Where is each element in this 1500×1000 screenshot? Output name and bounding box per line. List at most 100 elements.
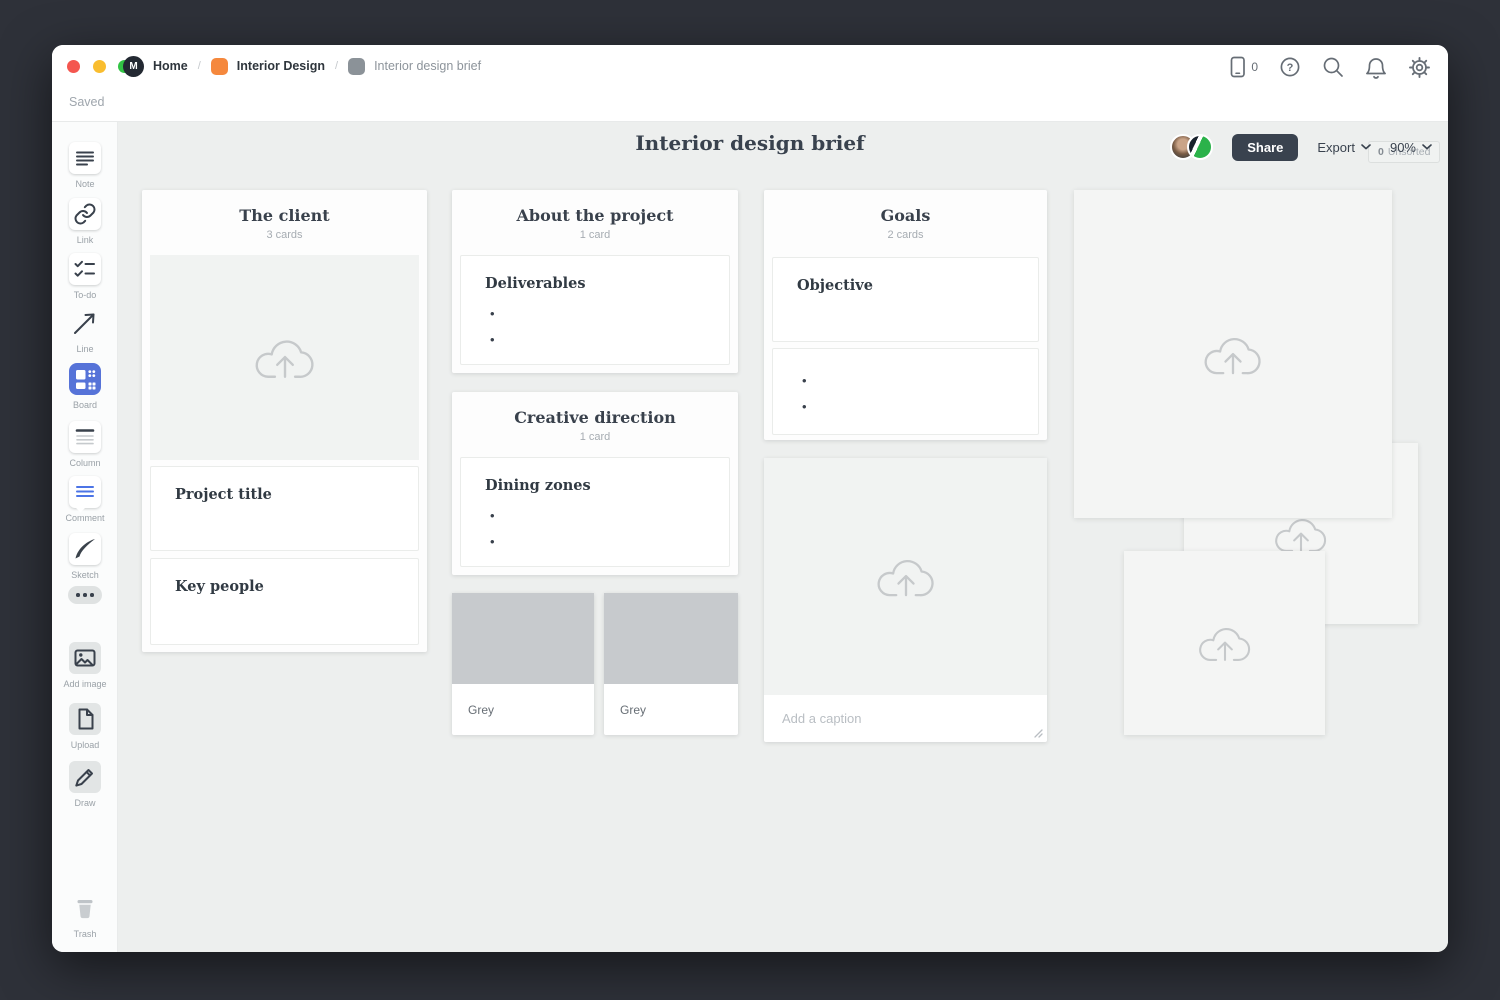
image-upload-placeholder[interactable]: [150, 255, 419, 460]
upload-icon: [69, 703, 101, 735]
color-swatch-card[interactable]: Grey: [604, 593, 738, 735]
save-status: Saved: [69, 95, 104, 109]
note-card[interactable]: Project title: [150, 466, 419, 551]
comment-icon: [69, 476, 101, 508]
tool-line[interactable]: Line: [52, 307, 118, 354]
column-title[interactable]: About the project: [452, 206, 738, 225]
add-image-icon: [69, 642, 101, 674]
swatch-color-block: [604, 593, 738, 684]
help-icon: ?: [1279, 56, 1301, 78]
board-icon: [69, 363, 101, 395]
tool-more[interactable]: [52, 586, 118, 609]
note-card-title: Dining zones: [461, 458, 729, 494]
tool-draw[interactable]: Draw: [52, 761, 118, 808]
bullet-item: •: [802, 367, 1038, 393]
column-title[interactable]: Creative direction: [452, 408, 738, 427]
column-about-the-project[interactable]: About the project 1 card Deliverables • …: [452, 190, 738, 373]
image-upload-placeholder[interactable]: [764, 458, 1047, 695]
image-card-with-caption[interactable]: Add a caption: [764, 458, 1047, 742]
breadcrumb-home[interactable]: Home: [153, 59, 188, 73]
breadcrumb-separator: /: [197, 60, 202, 72]
header-bar: M Home / Interior Design / Interior desi…: [52, 45, 1448, 122]
cloud-upload-icon: [252, 329, 318, 386]
app-logo-icon[interactable]: M: [123, 56, 144, 77]
board-canvas[interactable]: 0 Unsorted The client 3 cards Project ti…: [118, 122, 1448, 952]
tool-add-image[interactable]: Add image: [52, 642, 118, 689]
tool-todo[interactable]: To-do: [52, 253, 118, 300]
note-card-title: Key people: [151, 559, 418, 595]
bullet-list: • •: [461, 300, 729, 352]
bullet-item: •: [490, 300, 729, 326]
share-button[interactable]: Share: [1232, 134, 1298, 161]
caption-strip: Add a caption: [764, 695, 1047, 742]
app-window: M Home / Interior Design / Interior desi…: [52, 45, 1448, 952]
color-swatch-card[interactable]: Grey: [452, 593, 594, 735]
swatch-label: Grey: [468, 684, 494, 735]
note-card[interactable]: Dining zones • •: [460, 457, 730, 567]
device-icon: [1228, 56, 1247, 78]
column-count: 1 card: [452, 229, 738, 241]
breadcrumb-board[interactable]: Interior Design: [237, 59, 325, 73]
link-icon: [69, 198, 101, 230]
bell-icon: [1365, 56, 1387, 79]
column-the-client[interactable]: The client 3 cards Project title Key peo…: [142, 190, 427, 652]
breadcrumb: M Home / Interior Design / Interior desi…: [123, 45, 481, 87]
tool-upload[interactable]: Upload: [52, 703, 118, 750]
tool-sidebar: Note Link To-do: [52, 122, 118, 952]
header-actions: Share Export 90%: [1170, 130, 1432, 164]
swatch-color-block: [452, 593, 594, 684]
breadcrumb-separator: /: [334, 60, 339, 72]
device-count: 0: [1251, 60, 1258, 74]
image-upload-placeholder[interactable]: [1124, 551, 1325, 735]
note-card[interactable]: Objective: [772, 257, 1039, 342]
gear-icon: [1408, 56, 1431, 79]
bullet-item: •: [490, 528, 729, 554]
tool-board[interactable]: Board: [52, 363, 118, 410]
export-menu[interactable]: Export: [1317, 140, 1371, 155]
column-count: 3 cards: [142, 229, 427, 241]
tool-sketch[interactable]: Sketch: [52, 533, 118, 580]
device-button[interactable]: 0: [1228, 56, 1258, 78]
search-icon: [1322, 56, 1344, 78]
search-button[interactable]: [1322, 56, 1344, 78]
image-upload-placeholder[interactable]: [1074, 190, 1392, 518]
tool-comment[interactable]: Comment: [52, 476, 118, 523]
minimize-window-button[interactable]: [93, 60, 106, 73]
bullet-item: •: [490, 326, 729, 352]
caption-input[interactable]: Add a caption: [782, 695, 862, 742]
breadcrumb-current-page: Interior design brief: [374, 59, 481, 73]
zoom-menu[interactable]: 90%: [1390, 140, 1432, 155]
note-card[interactable]: • •: [772, 348, 1039, 435]
settings-button[interactable]: [1408, 56, 1431, 79]
board-color-icon: [211, 58, 228, 75]
bullet-item: •: [802, 393, 1038, 419]
tool-link[interactable]: Link: [52, 198, 118, 245]
page-color-icon: [348, 58, 365, 75]
chevron-down-icon: [1361, 144, 1371, 150]
bullet-list: • •: [773, 349, 1038, 419]
close-window-button[interactable]: [67, 60, 80, 73]
avatar[interactable]: [1187, 134, 1213, 160]
trash-icon: [69, 892, 101, 924]
notifications-button[interactable]: [1365, 56, 1387, 79]
cloud-upload-icon: [1196, 618, 1254, 668]
note-card[interactable]: Deliverables • •: [460, 255, 730, 365]
resize-handle[interactable]: [1032, 727, 1043, 738]
note-card-title: Project title: [151, 467, 418, 503]
todo-icon: [69, 253, 101, 285]
column-creative-direction[interactable]: Creative direction 1 card Dining zones •…: [452, 392, 738, 575]
swatch-label: Grey: [620, 684, 646, 735]
note-card-title: Deliverables: [461, 256, 729, 292]
column-title[interactable]: The client: [142, 206, 427, 225]
help-button[interactable]: ?: [1279, 56, 1301, 78]
window-controls: [67, 60, 131, 73]
svg-text:?: ?: [1287, 62, 1294, 74]
column-icon: [69, 421, 101, 453]
note-card-title: Objective: [773, 258, 1038, 294]
column-goals[interactable]: Goals 2 cards Objective • •: [764, 190, 1047, 440]
note-card[interactable]: Key people: [150, 558, 419, 645]
cloud-upload-icon: [1201, 327, 1265, 382]
column-title[interactable]: Goals: [764, 206, 1047, 225]
tool-column[interactable]: Column: [52, 421, 118, 468]
tool-trash[interactable]: Trash: [52, 892, 118, 939]
